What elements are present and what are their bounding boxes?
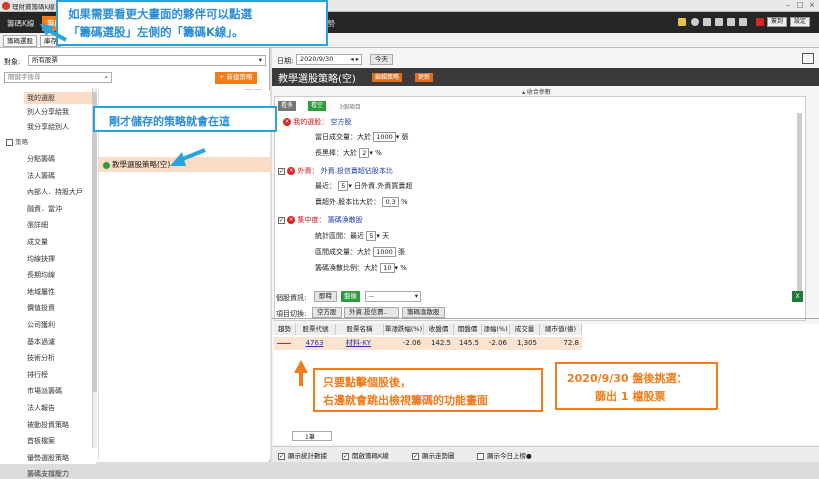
arrow-strategy [170,148,206,166]
arrow-kline [40,24,67,42]
annotation-arrows [40,24,308,386]
arrow-stock [294,360,308,386]
tree-item[interactable]: 籌碼支撐壓力 [27,469,69,479]
